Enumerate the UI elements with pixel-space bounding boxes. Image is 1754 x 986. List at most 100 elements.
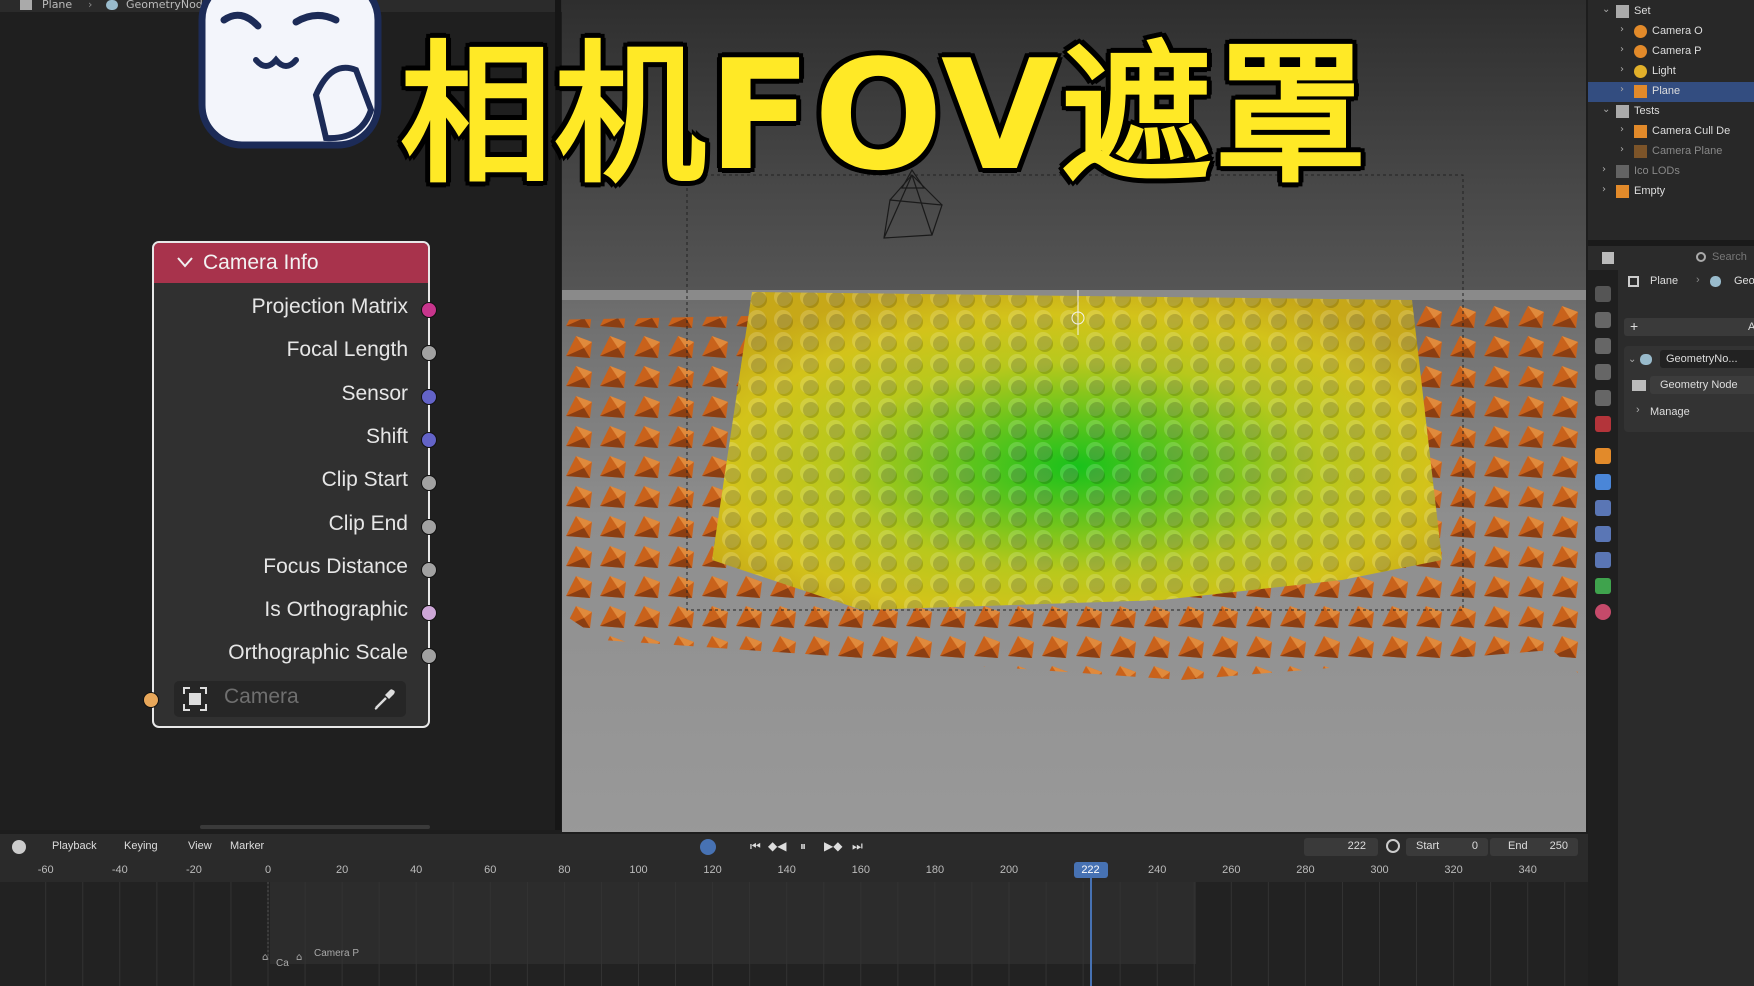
chevron-right-icon[interactable]: › (1620, 124, 1624, 135)
jump-keyframe-back-icon[interactable]: ◆◀ (768, 839, 786, 853)
world-tab-icon[interactable] (1595, 416, 1611, 432)
collapse-chevron-icon[interactable] (176, 256, 194, 268)
properties-tabs[interactable] (1588, 270, 1618, 986)
ruler-tick-label: 120 (703, 864, 722, 876)
tool-tab-icon[interactable] (1595, 286, 1611, 302)
view-menu[interactable]: View (188, 840, 212, 852)
outliner-item-label: Plane (1652, 85, 1681, 97)
view-layer-tab-icon[interactable] (1595, 364, 1611, 380)
ruler-tick-label: 60 (484, 864, 497, 876)
node-tree-browse-icon[interactable] (1632, 380, 1646, 391)
panel-collapse-icon[interactable]: ⌄ (1628, 354, 1636, 365)
auto-keying-icon[interactable] (700, 839, 716, 855)
outliner-item-label: Set (1634, 5, 1651, 17)
start-frame-field[interactable]: Start 0 (1406, 838, 1488, 856)
ruler-tick-label: 80 (558, 864, 571, 876)
camera-icon (1634, 45, 1647, 58)
particles-tab-icon[interactable] (1595, 500, 1611, 516)
end-value: 250 (1549, 840, 1568, 852)
camera-input-socket[interactable] (143, 692, 159, 708)
light-icon (1634, 65, 1647, 78)
ruler-tick-label: 200 (999, 864, 1019, 876)
socket-label: Shift (365, 424, 408, 448)
clock-editor-icon[interactable] (12, 840, 26, 854)
outliner-item[interactable]: › Ico LODs (1588, 162, 1754, 182)
marker-menu[interactable]: Marker (230, 840, 264, 852)
chevron-right-icon[interactable]: › (1636, 404, 1640, 416)
start-value: 0 (1471, 840, 1478, 852)
output-socket[interactable] (421, 605, 437, 622)
eyedropper-icon[interactable] (372, 686, 398, 712)
render-tab-icon[interactable] (1595, 312, 1611, 328)
outliner-item[interactable]: ⌄ Set (1588, 2, 1754, 22)
object-tab-icon[interactable] (1595, 448, 1611, 464)
end-label: End (1508, 840, 1528, 852)
outliner-item[interactable]: › Empty (1588, 182, 1754, 202)
outliner-item[interactable]: › Camera P (1588, 42, 1754, 62)
outliner-item[interactable]: › Camera Plane (1588, 142, 1754, 162)
node-editor-scrollbar[interactable] (200, 825, 430, 829)
current-frame-field[interactable]: 222 (1304, 838, 1378, 856)
properties-search[interactable]: Search (1712, 251, 1747, 263)
jump-start-icon[interactable]: ⏮ (750, 839, 761, 854)
outliner-item-label: Tests (1634, 105, 1660, 117)
add-modifier-button[interactable]: + Ac (1624, 318, 1754, 336)
keying-menu[interactable]: Keying (124, 840, 158, 852)
timeline-area[interactable]: -60 -40 -20 0 20 40 60 80 100 120 140 160 180 200 222 2… (0, 860, 1588, 986)
modifier-tab-icon[interactable] (1595, 474, 1611, 490)
output-tab-icon[interactable] (1595, 338, 1611, 354)
chevron-right-icon[interactable]: › (1602, 184, 1606, 195)
data-tab-icon[interactable] (1595, 578, 1611, 594)
outliner[interactable]: ⌄ Set › Camera O › Camera P › Light › Plane ⌄ Tests… (1588, 0, 1754, 240)
camera-marker-icon[interactable]: ⌂ (262, 952, 268, 963)
search-icon (1696, 252, 1706, 262)
playhead-line[interactable] (1089, 870, 1092, 986)
outliner-item[interactable]: ⌄ Tests (1588, 102, 1754, 122)
scene-tab-icon[interactable] (1595, 390, 1611, 406)
jump-keyframe-forward-icon[interactable]: ▶◆ (824, 839, 842, 853)
collection-icon (1616, 105, 1629, 118)
pause-icon[interactable]: ⏸ (800, 839, 806, 854)
output-socket[interactable] (421, 561, 437, 578)
end-frame-field[interactable]: End 250 (1490, 838, 1578, 856)
properties-panel: Plane › Geo + Ac ⌄ GeometryNo... Geometr… (1618, 270, 1754, 986)
chevron-right-icon[interactable]: › (1620, 44, 1624, 55)
add-modifier-label: Ac (1748, 321, 1754, 333)
chevron-down-icon[interactable]: ⌄ (1602, 4, 1610, 15)
breadcrumb-object[interactable]: Plane (42, 0, 72, 11)
outliner-item[interactable]: › Plane (1588, 82, 1754, 102)
playhead-frame-badge[interactable]: 222 (1073, 862, 1108, 878)
node-header[interactable]: Camera Info (154, 243, 428, 283)
physics-tab-icon[interactable] (1595, 526, 1611, 542)
material-tab-icon[interactable] (1595, 604, 1611, 620)
constraints-tab-icon[interactable] (1595, 552, 1611, 568)
socket-label: Projection Matrix (251, 295, 408, 318)
manage-subpanel[interactable]: Manage (1650, 406, 1690, 418)
output-socket[interactable] (421, 388, 437, 405)
outliner-item[interactable]: › Camera O (1588, 22, 1754, 42)
chevron-right-icon[interactable]: › (1620, 24, 1624, 35)
node-group-field[interactable]: Geometry Node (1650, 376, 1754, 394)
outliner-item[interactable]: › Light (1588, 62, 1754, 82)
jump-end-icon[interactable]: ⏭ (852, 839, 863, 854)
stopwatch-icon[interactable] (1386, 839, 1400, 853)
empty-icon (1616, 185, 1629, 198)
chevron-right-icon[interactable]: › (1620, 64, 1624, 75)
ruler-tick-label: 240 (1148, 864, 1167, 876)
modifier-name: GeometryNo... (1666, 353, 1738, 365)
chevron-right-icon[interactable]: › (1620, 144, 1624, 155)
playback-menu[interactable]: Playback (52, 840, 97, 852)
camera-info-node[interactable]: Camera Info Projection Matrix Focal Lengt… (143, 241, 437, 728)
modifier-name-field[interactable]: GeometryNo... (1660, 350, 1754, 368)
camera-marker-icon[interactable]: ⌂ (296, 952, 302, 963)
editor-type-icon[interactable] (1602, 252, 1614, 264)
chevron-right-icon[interactable]: › (1620, 84, 1624, 95)
chevron-down-icon[interactable]: › (1602, 164, 1606, 175)
output-socket-row: Focus Distance (154, 549, 437, 589)
camera-object-field[interactable]: Camera (174, 681, 406, 717)
output-socket[interactable] (421, 302, 437, 318)
outliner-item[interactable]: › Camera Cull De (1588, 122, 1754, 142)
output-socket[interactable] (421, 431, 437, 448)
chevron-down-icon[interactable]: ⌄ (1602, 104, 1610, 115)
output-socket[interactable] (421, 518, 437, 535)
